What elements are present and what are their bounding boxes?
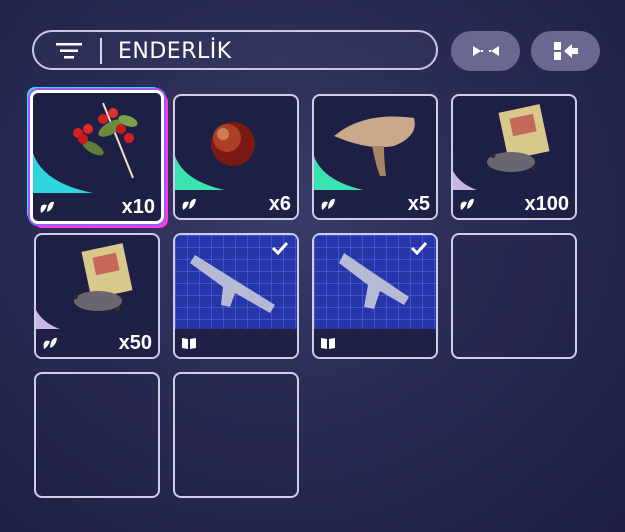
seed-packet-icon bbox=[453, 104, 550, 192]
red-berries-icon bbox=[33, 102, 138, 193]
inventory-slot-2[interactable]: x6 bbox=[173, 94, 299, 220]
collapse-button[interactable] bbox=[451, 31, 520, 71]
apple-icon bbox=[175, 122, 255, 192]
book-icon bbox=[182, 338, 196, 349]
leaf-icon bbox=[321, 198, 335, 210]
owned-check-icon bbox=[410, 241, 428, 255]
search-bar[interactable]: ENDERLİK bbox=[32, 30, 438, 70]
inventory-slot-7[interactable] bbox=[312, 233, 438, 359]
empty-slot[interactable] bbox=[451, 233, 577, 359]
book-icon bbox=[321, 338, 335, 349]
inventory-slot-5[interactable]: x50 bbox=[34, 233, 160, 359]
sort-to-side-icon bbox=[553, 42, 578, 60]
mushroom-icon bbox=[314, 116, 415, 192]
item-quantity: x6 bbox=[268, 193, 291, 215]
leaf-icon bbox=[43, 337, 57, 349]
leaf-icon bbox=[40, 201, 54, 213]
leaf-icon bbox=[460, 198, 474, 210]
filter-icon[interactable] bbox=[56, 42, 82, 60]
sort-button[interactable] bbox=[531, 31, 600, 71]
search-input[interactable]: ENDERLİK bbox=[118, 39, 232, 64]
item-quantity: x100 bbox=[524, 193, 570, 215]
owned-check-icon bbox=[271, 241, 289, 255]
inventory-slot-4[interactable]: x100 bbox=[451, 94, 577, 220]
empty-slot[interactable] bbox=[173, 372, 299, 498]
item-quantity: x10 bbox=[121, 196, 155, 218]
inventory-slot-6[interactable] bbox=[173, 233, 299, 359]
leaf-icon bbox=[182, 198, 196, 210]
search-divider bbox=[100, 38, 102, 64]
seed-packet-icon bbox=[36, 243, 133, 331]
empty-slot[interactable] bbox=[34, 372, 160, 498]
item-quantity: x5 bbox=[407, 193, 430, 215]
inventory-slot-3[interactable]: x5 bbox=[312, 94, 438, 220]
collapse-arrows-icon bbox=[472, 46, 499, 56]
inventory-slot-1[interactable]: x10 bbox=[30, 90, 164, 224]
item-quantity: x50 bbox=[118, 332, 152, 354]
